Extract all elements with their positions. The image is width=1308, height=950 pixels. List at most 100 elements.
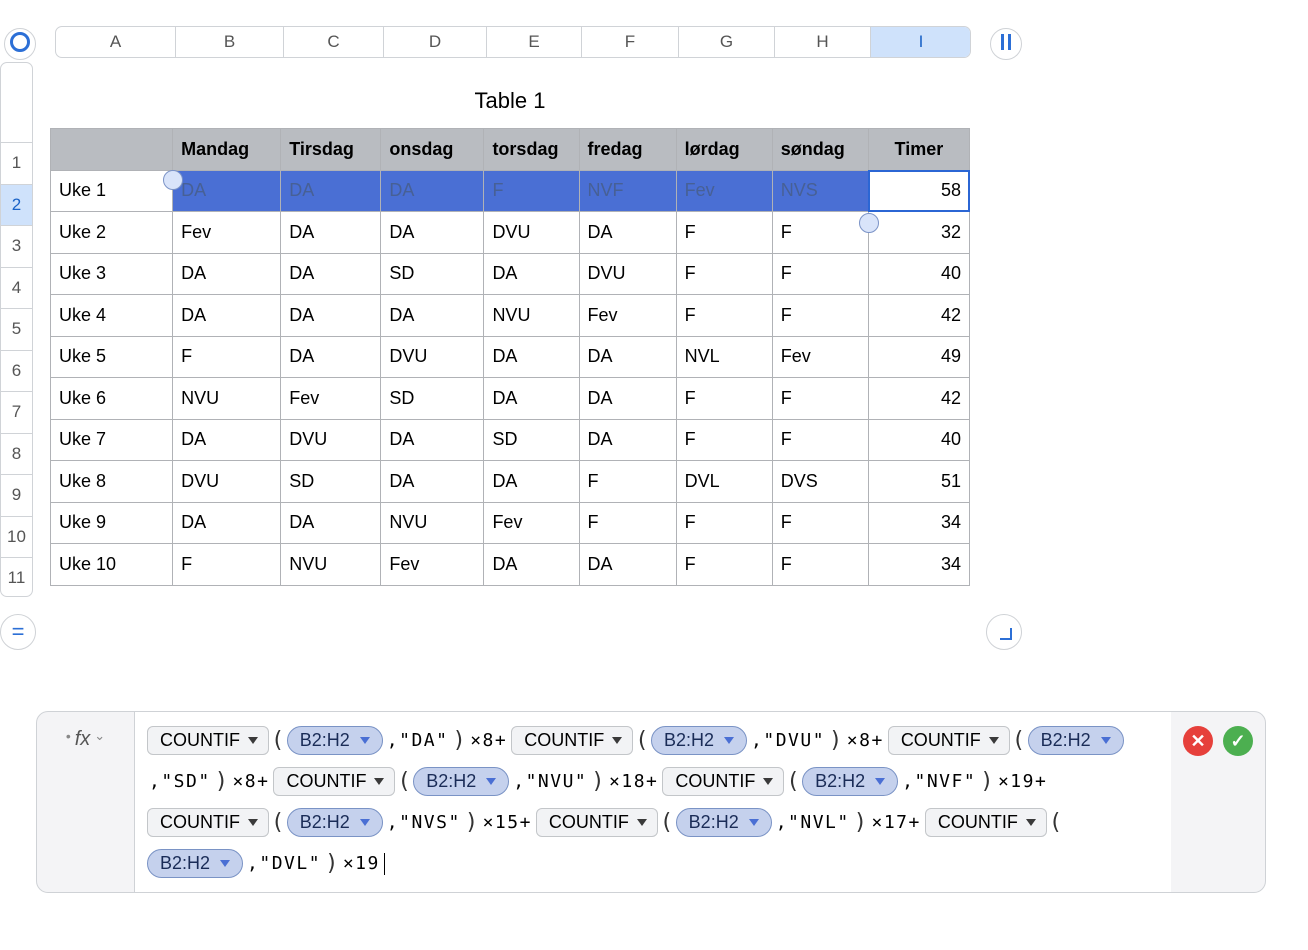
function-token[interactable]: COUNTIF [147,808,269,837]
cell[interactable]: F [173,336,281,378]
function-token[interactable]: COUNTIF [147,726,269,755]
cell[interactable]: DVS [772,461,868,503]
range-token[interactable]: B2:H2 [651,726,747,755]
cell[interactable]: NVF [579,170,676,212]
cell[interactable]: DA [281,212,381,254]
formula-equals-button[interactable]: = [0,614,36,650]
cell[interactable]: F [676,419,772,461]
row-label[interactable]: Uke 8 [51,461,173,503]
cell[interactable]: DA [381,461,484,503]
cell[interactable]: F [484,170,579,212]
cell-timer[interactable]: 32 [868,212,969,254]
row-header-1[interactable]: 1 [1,142,32,184]
header-day[interactable]: lørdag [676,129,772,171]
cell[interactable]: DA [173,253,281,295]
column-header-B[interactable]: B [176,27,284,57]
cell-timer[interactable]: 49 [868,336,969,378]
row-header-3[interactable]: 3 [1,225,32,267]
cell[interactable]: F [676,212,772,254]
cell[interactable]: Fev [676,170,772,212]
cell[interactable]: F [676,295,772,337]
cell-timer[interactable]: 42 [868,295,969,337]
row-label[interactable]: Uke 4 [51,295,173,337]
row-header-4[interactable]: 4 [1,267,32,309]
range-token[interactable]: B2:H2 [1028,726,1124,755]
cell[interactable]: F [173,544,281,586]
cell[interactable]: DA [281,170,381,212]
range-token[interactable]: B2:H2 [287,808,383,837]
cell[interactable]: DA [173,170,281,212]
row-header-7[interactable]: 7 [1,391,32,433]
function-token[interactable]: COUNTIF [662,767,784,796]
cell[interactable]: F [772,419,868,461]
column-header-A[interactable]: A [56,27,176,57]
cell[interactable]: DA [579,378,676,420]
cell[interactable]: DVU [381,336,484,378]
row-header-5[interactable]: 5 [1,308,32,350]
cell-timer[interactable]: 58 [868,170,969,212]
cell[interactable]: SD [381,378,484,420]
function-token[interactable]: COUNTIF [273,767,395,796]
row-label[interactable]: Uke 9 [51,502,173,544]
header-day[interactable]: torsdag [484,129,579,171]
cell[interactable]: SD [381,253,484,295]
cell[interactable]: DA [381,419,484,461]
cell[interactable]: DA [173,419,281,461]
resize-corner-button[interactable] [986,614,1022,650]
cell[interactable]: DA [173,295,281,337]
cell-timer[interactable]: 42 [868,378,969,420]
cell[interactable]: F [772,253,868,295]
selection-handle-bottom-right[interactable] [859,213,879,233]
selection-handle-top-left[interactable] [163,170,183,190]
cell[interactable]: Fev [381,544,484,586]
cell[interactable]: Fev [484,502,579,544]
cell[interactable]: F [579,502,676,544]
row-label[interactable]: Uke 6 [51,378,173,420]
cell[interactable]: DVU [579,253,676,295]
cell[interactable]: DA [579,419,676,461]
column-header-E[interactable]: E [487,27,582,57]
function-token[interactable]: COUNTIF [888,726,1010,755]
cell[interactable]: F [772,212,868,254]
range-token[interactable]: B2:H2 [287,726,383,755]
header-day[interactable]: Mandag [173,129,281,171]
range-token[interactable]: B2:H2 [802,767,898,796]
cell[interactable]: DA [484,461,579,503]
range-token[interactable]: B2:H2 [413,767,509,796]
header-corner[interactable] [51,129,173,171]
column-header-G[interactable]: G [679,27,775,57]
row-label[interactable]: Uke 3 [51,253,173,295]
header-timer[interactable]: Timer [868,129,969,171]
cell-timer[interactable]: 34 [868,544,969,586]
cell[interactable]: NVU [173,378,281,420]
cell[interactable]: F [676,253,772,295]
cell[interactable]: NVU [281,544,381,586]
cell[interactable]: F [579,461,676,503]
cell[interactable]: F [676,502,772,544]
cell[interactable]: DA [484,253,579,295]
cell[interactable]: NVU [484,295,579,337]
cell[interactable]: DA [381,212,484,254]
cell[interactable]: F [676,378,772,420]
cell[interactable]: DA [484,378,579,420]
cell[interactable]: DA [281,336,381,378]
cell-timer[interactable]: 40 [868,253,969,295]
cell[interactable]: DA [484,544,579,586]
cell[interactable]: DA [579,336,676,378]
cell[interactable]: F [772,378,868,420]
row-header-9[interactable]: 9 [1,474,32,516]
cell[interactable]: Fev [772,336,868,378]
cell[interactable]: F [772,544,868,586]
cell[interactable]: DVU [281,419,381,461]
cell[interactable]: F [772,502,868,544]
cell[interactable]: F [676,544,772,586]
cell[interactable]: F [772,295,868,337]
cell-timer[interactable]: 40 [868,419,969,461]
add-column-button[interactable] [990,28,1022,60]
spreadsheet-table[interactable]: MandagTirsdagonsdagtorsdagfredaglørdagsø… [50,128,970,586]
column-header-D[interactable]: D [384,27,487,57]
cell[interactable]: DA [173,502,281,544]
column-header-H[interactable]: H [775,27,871,57]
cell[interactable]: Fev [173,212,281,254]
confirm-button[interactable]: ✓ [1223,726,1253,756]
